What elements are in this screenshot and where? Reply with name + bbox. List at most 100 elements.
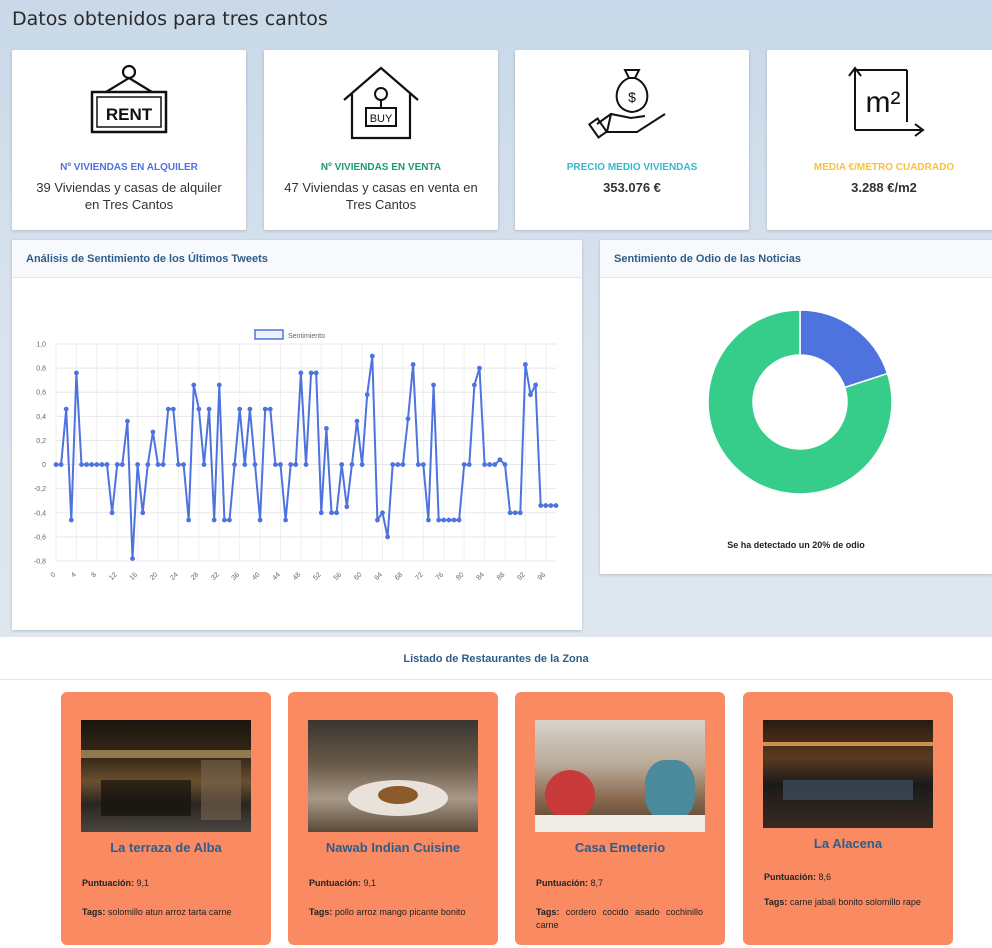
data-point xyxy=(446,517,452,523)
data-point xyxy=(232,462,237,467)
stat-card-buy: BUY Nº VIVIENDAS EN VENTA 47 Viviendas y… xyxy=(264,50,498,230)
data-point xyxy=(339,462,345,467)
rent-sign-text: RENT xyxy=(106,105,153,124)
rent-sign-icon: RENT xyxy=(90,64,168,134)
tweets-panel-title: Análisis de Sentimiento de los Últimos T… xyxy=(12,240,582,278)
data-point xyxy=(497,457,503,463)
data-point xyxy=(288,462,294,467)
y-tick-label: 0 xyxy=(42,462,46,469)
data-point xyxy=(400,462,406,467)
y-tick-label: -0,2 xyxy=(34,486,46,493)
data-point xyxy=(196,406,202,412)
y-tick-label: -0,4 xyxy=(34,510,46,517)
restaurant-card[interactable]: La terraza de Alba Puntuación: 9,1 Tags:… xyxy=(61,692,271,945)
data-point xyxy=(191,382,197,388)
data-point xyxy=(68,517,74,523)
x-tick-label: 12 xyxy=(108,571,119,582)
x-tick-label: 96 xyxy=(537,571,548,582)
restaurant-name[interactable]: Casa Emeterio xyxy=(515,840,725,855)
data-point xyxy=(405,416,411,422)
data-point xyxy=(165,406,171,412)
data-point xyxy=(262,406,268,412)
data-point xyxy=(553,503,559,508)
sentiment-line-chart: Sentimiento 1,0 0,8 0,6 0,4 0,2 0 -0,2 -0,4 -0,6 -… xyxy=(34,329,559,582)
x-tick-label: 60 xyxy=(353,571,364,582)
stat-label-price: PRECIO MEDIO VIVIENDAS xyxy=(566,162,698,173)
restaurant-tags: Tags: solomillo atun arroz tarta carne xyxy=(82,907,232,917)
x-tick-label: 4 xyxy=(70,571,78,579)
stat-card-m2: m² MEDIA €/METRO CUADRADO 3.288 €/m2 xyxy=(767,50,992,230)
data-point xyxy=(150,429,156,435)
x-tick-label: 28 xyxy=(190,571,201,582)
data-point xyxy=(63,406,69,412)
data-point xyxy=(293,462,299,467)
restaurant-card[interactable]: Casa Emeterio Puntuación: 8,7 Tags: cord… xyxy=(515,692,725,945)
data-point xyxy=(380,510,385,516)
data-point xyxy=(140,510,146,516)
data-point xyxy=(155,462,161,467)
data-point xyxy=(512,510,518,516)
data-point xyxy=(548,503,554,508)
data-point xyxy=(349,462,355,467)
stat-label-rent: Nº VIVIENDAS EN ALQUILER xyxy=(60,162,198,173)
x-tick-label: 36 xyxy=(231,571,242,582)
data-point xyxy=(471,382,477,388)
data-point xyxy=(492,462,498,467)
data-point xyxy=(420,462,426,467)
data-point xyxy=(84,462,90,467)
data-point xyxy=(130,556,135,561)
data-point xyxy=(186,517,192,523)
x-tick-label: 40 xyxy=(251,571,262,582)
data-point xyxy=(99,462,105,467)
money-hand-icon: $ xyxy=(587,69,666,139)
data-point xyxy=(482,462,487,467)
buy-sign-text: BUY xyxy=(370,113,393,125)
x-tick-label: 16 xyxy=(129,571,140,582)
data-point xyxy=(227,517,232,523)
y-tick-label: -0,6 xyxy=(34,534,46,541)
restaurant-card[interactable]: Nawab Indian Cuisine Puntuación: 9,1 Tag… xyxy=(288,692,498,945)
x-tick-label: 84 xyxy=(476,571,487,582)
restaurant-card[interactable]: La Alacena Puntuación: 8,6 Tags: carne j… xyxy=(743,692,953,945)
svg-text:$: $ xyxy=(628,89,636,105)
chart-legend: Sentimiento xyxy=(254,329,325,340)
x-tick-label: 44 xyxy=(271,571,282,582)
x-tick-label: 8 xyxy=(91,571,99,579)
stat-value-rent: 39 Viviendas y casas de alquiler en Tres… xyxy=(36,180,222,212)
series-line xyxy=(56,355,556,559)
data-point xyxy=(533,382,538,388)
x-tick-label: 48 xyxy=(292,571,303,582)
data-point xyxy=(201,462,207,467)
data-point xyxy=(517,510,523,516)
data-point xyxy=(364,392,370,398)
y-tick-label: 0,8 xyxy=(36,366,46,373)
data-point xyxy=(385,534,391,540)
data-point xyxy=(369,353,375,359)
restaurant-name[interactable]: La terraza de Alba xyxy=(61,840,271,855)
data-point xyxy=(538,503,544,508)
data-point xyxy=(53,462,59,467)
restaurant-tags: Tags: cordero cocido asado cochinillo ca… xyxy=(536,907,703,930)
x-tick-label: 64 xyxy=(373,571,384,582)
x-tick-label: 72 xyxy=(414,571,425,582)
stat-value-buy: 47 Viviendas y casas en venta en Tres Ca… xyxy=(284,180,478,212)
data-point xyxy=(58,462,64,467)
data-point xyxy=(329,510,334,516)
data-point xyxy=(109,510,115,516)
data-point xyxy=(181,462,186,467)
restaurant-tags: Tags: carne jabali bonito solomillo rape xyxy=(764,897,921,907)
data-point xyxy=(441,517,447,523)
data-point xyxy=(375,517,380,523)
data-point xyxy=(298,370,304,376)
m2-text: m² xyxy=(866,86,901,119)
donut-slice xyxy=(799,309,889,389)
restaurants-section-title: Listado de Restaurantes de la Zona xyxy=(0,636,992,680)
data-point xyxy=(237,406,243,412)
restaurant-name[interactable]: La Alacena xyxy=(743,836,953,851)
restaurant-name[interactable]: Nawab Indian Cuisine xyxy=(288,840,498,855)
data-point xyxy=(257,517,263,523)
data-point xyxy=(283,517,288,523)
data-point xyxy=(451,517,457,523)
data-point xyxy=(242,462,248,467)
stat-label-m2: MEDIA €/METRO CUADRADO xyxy=(813,162,955,173)
